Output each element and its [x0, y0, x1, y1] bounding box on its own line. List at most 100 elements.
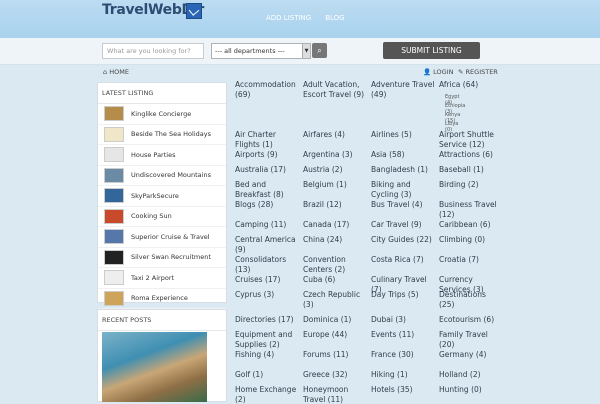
- category-link[interactable]: Destinations (25): [439, 290, 503, 309]
- category-link[interactable]: Day Trips (5): [371, 290, 435, 300]
- category-link[interactable]: Brazil (12): [303, 200, 367, 210]
- category-link[interactable]: Europe (44): [303, 330, 367, 340]
- category-link[interactable]: Greece (32): [303, 370, 367, 380]
- category-link[interactable]: Croatia (7): [439, 255, 503, 265]
- listing-item[interactable]: Taxi 2 Airport: [98, 268, 226, 289]
- category-link[interactable]: Belgium (1): [303, 180, 367, 190]
- category-link[interactable]: Airports (9): [235, 150, 299, 160]
- category-link[interactable]: Climbing (0): [439, 235, 503, 245]
- search-input[interactable]: What are you looking for?: [102, 43, 204, 59]
- category-link[interactable]: Golf (1): [235, 370, 299, 380]
- category-link[interactable]: Airlines (5): [371, 130, 435, 140]
- recent-post-image[interactable]: [102, 332, 207, 402]
- category-link[interactable]: Dubai (3): [371, 315, 435, 325]
- category-link[interactable]: Events (11): [371, 330, 435, 340]
- breadcrumb-home[interactable]: ⌂ HOME: [103, 68, 129, 76]
- category-link[interactable]: Equipment and Supplies (2): [235, 330, 299, 349]
- category-link[interactable]: Attractions (6): [439, 150, 503, 160]
- category-link[interactable]: Baseball (1): [439, 165, 503, 175]
- top-nav: ADD LISTING BLOG: [266, 14, 345, 22]
- category-link[interactable]: Blogs (28): [235, 200, 299, 210]
- category-link[interactable]: Hotels (35): [371, 385, 435, 395]
- recent-posts-panel: RECENT POSTS: [97, 309, 227, 402]
- category-link[interactable]: Germany (4): [439, 350, 503, 360]
- header: TravelWebDir ADD LISTING BLOG: [0, 0, 600, 38]
- category-link[interactable]: Holland (2): [439, 370, 503, 380]
- category-link[interactable]: Honeymoon Travel (11): [303, 385, 367, 404]
- category-link[interactable]: Fishing (4): [235, 350, 299, 360]
- listing-thumbnail: [104, 126, 124, 142]
- search-button[interactable]: ⌕: [312, 43, 327, 58]
- category-link[interactable]: Cuba (6): [303, 275, 367, 285]
- category-link[interactable]: Adult Vacation, Escort Travel (9): [303, 80, 367, 99]
- listing-thumbnail: [104, 208, 124, 224]
- listing-item[interactable]: Silver Swan Recruitment: [98, 248, 226, 268]
- category-link[interactable]: Argentina (3): [303, 150, 367, 160]
- nav-blog[interactable]: BLOG: [325, 14, 344, 22]
- category-link[interactable]: Bus Travel (4): [371, 200, 435, 210]
- category-link[interactable]: Camping (11): [235, 220, 299, 230]
- category-link[interactable]: Caribbean (6): [439, 220, 503, 230]
- recent-posts-title: RECENT POSTS: [98, 310, 226, 331]
- category-link[interactable]: Dominica (1): [303, 315, 367, 325]
- department-select[interactable]: --- all departments --- ▼: [211, 43, 311, 59]
- submit-listing-button[interactable]: SUBMIT LISTING: [383, 42, 480, 59]
- category-link[interactable]: Forums (11): [303, 350, 367, 360]
- department-value: --- all departments ---: [215, 47, 285, 55]
- listing-item[interactable]: House Parties: [98, 145, 226, 166]
- chevron-down-icon: ▼: [302, 44, 310, 58]
- listing-item[interactable]: Beside The Sea Holidays: [98, 125, 226, 145]
- category-link[interactable]: Home Exchange (2): [235, 385, 299, 404]
- listing-thumbnail: [104, 147, 124, 163]
- category-link[interactable]: Bed and Breakfast (8): [235, 180, 299, 199]
- category-link[interactable]: Cyprus (3): [235, 290, 299, 300]
- listing-label: House Parties: [131, 150, 176, 159]
- category-link[interactable]: Car Travel (9): [371, 220, 435, 230]
- listing-item[interactable]: SkyParkSecure: [98, 186, 226, 207]
- category-link[interactable]: Africa (64): [439, 80, 503, 90]
- category-link[interactable]: Accommodation (69): [235, 80, 299, 99]
- category-link[interactable]: France (30): [371, 350, 435, 360]
- category-link[interactable]: China (24): [303, 235, 367, 245]
- login-link[interactable]: 👤 LOGIN: [423, 68, 454, 76]
- listing-item[interactable]: Cooking Sun: [98, 207, 226, 227]
- category-link[interactable]: Directories (17): [235, 315, 299, 325]
- category-link[interactable]: Birding (2): [439, 180, 503, 190]
- category-link[interactable]: Australia (17): [235, 165, 299, 175]
- listing-item[interactable]: Undiscovered Mountains: [98, 166, 226, 186]
- nav-add-listing[interactable]: ADD LISTING: [266, 14, 311, 22]
- subcategory-link[interactable]: Libya (0): [445, 121, 458, 133]
- listing-label: Taxi 2 Airport: [131, 273, 175, 282]
- register-link[interactable]: ✎ REGISTER: [458, 68, 498, 76]
- listing-thumbnail: [104, 188, 124, 204]
- category-link[interactable]: Biking and Cycling (3): [371, 180, 435, 199]
- category-link[interactable]: Cruises (17): [235, 275, 299, 285]
- listing-thumbnail: [104, 270, 124, 286]
- category-link[interactable]: Airfares (4): [303, 130, 367, 140]
- listing-thumbnail: [104, 249, 124, 265]
- category-link[interactable]: Hiking (1): [371, 370, 435, 380]
- category-link[interactable]: Canada (17): [303, 220, 367, 230]
- category-link[interactable]: Convention Centers (2): [303, 255, 367, 274]
- listing-item[interactable]: Superior Cruise & Travel: [98, 227, 226, 248]
- category-link[interactable]: Czech Republic (3): [303, 290, 367, 309]
- category-link[interactable]: City Guides (22): [371, 235, 435, 245]
- listing-thumbnail: [104, 167, 124, 183]
- listing-item[interactable]: Kinglike Concierge: [98, 104, 226, 125]
- user-icon: 👤: [423, 68, 432, 76]
- category-link[interactable]: Family Travel (20): [439, 330, 503, 349]
- category-link[interactable]: Adventure Travel (49): [371, 80, 435, 99]
- category-link[interactable]: Hunting (0): [439, 385, 503, 395]
- category-link[interactable]: Asia (58): [371, 150, 435, 160]
- category-link[interactable]: Ecotourism (6): [439, 315, 503, 325]
- edit-icon: ✎: [458, 68, 464, 76]
- category-link[interactable]: Consolidators (13): [235, 255, 299, 274]
- category-link[interactable]: Air Charter Flights (1): [235, 130, 299, 149]
- category-link[interactable]: Costa Rica (7): [371, 255, 435, 265]
- category-link[interactable]: Business Travel (12): [439, 200, 503, 219]
- listing-item[interactable]: Roma Experience: [98, 289, 226, 309]
- category-link[interactable]: Central America (9): [235, 235, 299, 254]
- category-link[interactable]: Bangladesh (1): [371, 165, 435, 175]
- category-link[interactable]: Austria (2): [303, 165, 367, 175]
- listing-label: Undiscovered Mountains: [131, 171, 211, 180]
